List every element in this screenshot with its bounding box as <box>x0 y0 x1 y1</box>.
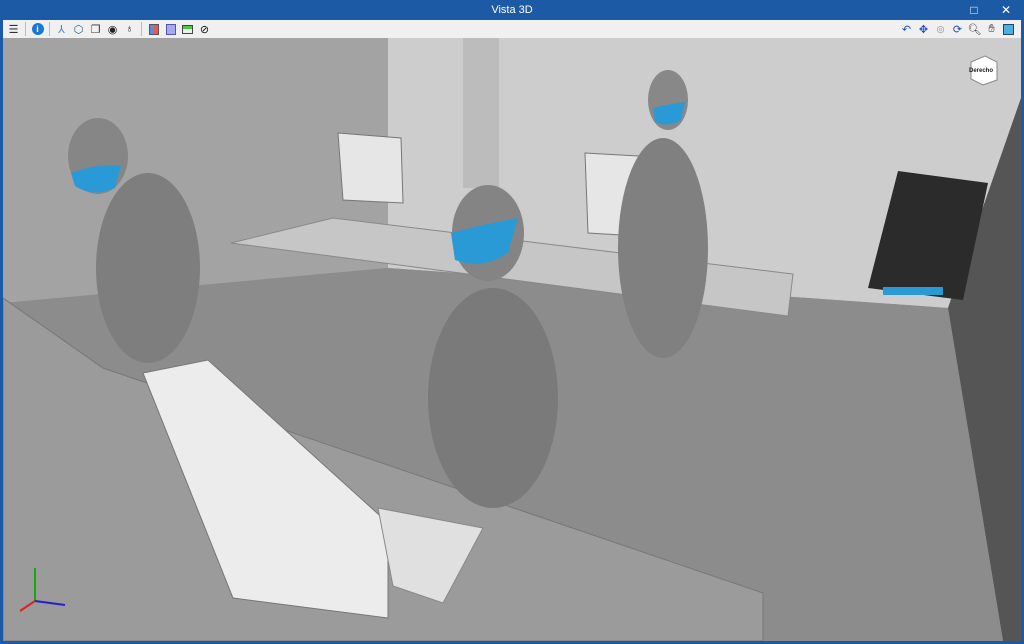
scene <box>3 38 1021 641</box>
monitor <box>337 132 404 204</box>
toolbar: ☰ i ⅄ ⬡ ❐ ◉ ♁ ⊘ ↶ ✥ ⊚ ⟳ 🔍︎ ✋︎ <box>3 20 1021 38</box>
title-bar: Vista 3D <box>1 1 1023 20</box>
section-green-icon[interactable] <box>181 22 195 36</box>
vista-3d-window: Vista 3D □ ✕ ☰ i ⅄ ⬡ ❐ ◉ ♁ ⊘ ↶ ✥ ⊚ ⟳ 🔍︎ … <box>0 0 1024 644</box>
person-left <box>96 173 200 363</box>
separator <box>141 22 142 36</box>
zoom-previous-icon[interactable]: ⊚ <box>934 22 948 36</box>
person-back <box>618 138 708 358</box>
hide-icon[interactable]: ⊘ <box>198 22 212 36</box>
export-view-icon[interactable] <box>1002 22 1016 36</box>
rotate-icon[interactable]: ↶ <box>900 22 914 36</box>
axes-icon[interactable]: ⅄ <box>55 22 69 36</box>
zoom-window-icon[interactable]: 🔍︎ <box>968 22 982 36</box>
refresh-icon[interactable]: ⟳ <box>951 22 965 36</box>
section-blue-icon[interactable] <box>164 22 178 36</box>
info-icon[interactable]: i <box>31 22 45 36</box>
window-title: Vista 3D <box>491 4 533 16</box>
section-red-icon[interactable] <box>147 22 161 36</box>
close-button[interactable]: ✕ <box>991 1 1021 20</box>
pan-hand-icon[interactable]: ✋︎ <box>985 22 999 36</box>
3d-viewport[interactable]: Derecho <box>3 38 1021 641</box>
dispenser-light <box>883 287 943 295</box>
column <box>463 38 499 188</box>
view-tools: ↶ ✥ ⊚ ⟳ 🔍︎ ✋︎ <box>898 22 1017 36</box>
box-view-icon[interactable]: ⬡ <box>72 22 86 36</box>
view-cube-face-label: Derecho <box>969 68 994 74</box>
separator <box>25 22 26 36</box>
orbit-icon[interactable]: ♁ <box>123 22 137 36</box>
eye-view-icon[interactable]: ◉ <box>106 22 120 36</box>
separator <box>49 22 50 36</box>
copy-view-icon[interactable]: ❐ <box>89 22 103 36</box>
layers-icon[interactable]: ☰ <box>7 22 21 36</box>
maximize-button[interactable]: □ <box>959 1 989 20</box>
view-cube[interactable]: Derecho <box>969 54 999 86</box>
zoom-extents-icon[interactable]: ✥ <box>917 22 931 36</box>
person-center <box>428 288 558 508</box>
